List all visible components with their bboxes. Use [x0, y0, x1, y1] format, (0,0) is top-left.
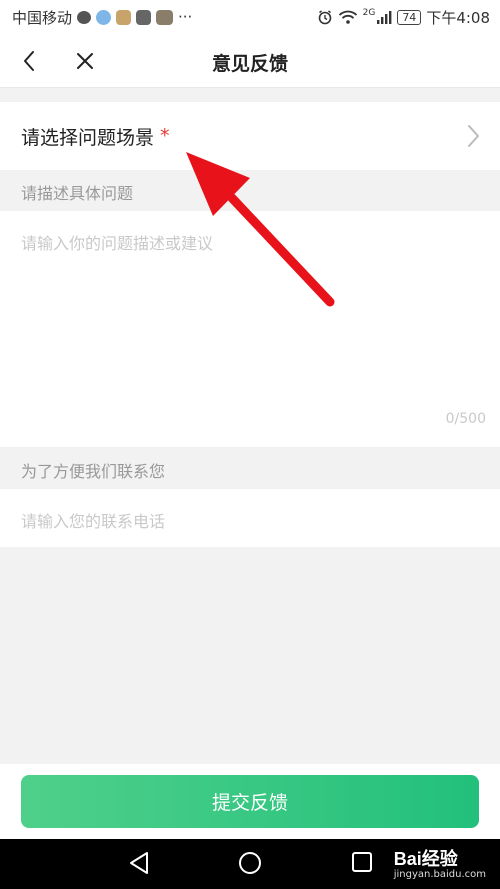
submit-button[interactable]: 提交反馈 — [21, 775, 479, 828]
watermark-domain: jingyan.baidu.com — [393, 869, 486, 880]
bottom-panel: 提交反馈 — [0, 764, 500, 839]
watermark: Bai经验 jingyan.baidu.com — [394, 845, 486, 880]
required-mark: * — [160, 125, 170, 147]
chevron-right-icon — [468, 125, 479, 147]
description-placeholder: 请输入你的问题描述或建议 — [21, 234, 214, 253]
recent-apps-icon[interactable] — [351, 851, 373, 873]
app-notification-icon — [136, 9, 152, 25]
header-bar: 意见反馈 — [0, 34, 500, 88]
network-type: 2G — [362, 8, 376, 18]
app-notification-icon — [156, 9, 174, 25]
page-title: 意见反馈 — [211, 53, 288, 75]
watermark-brand: Bai经验 — [393, 849, 458, 869]
character-counter: 0/500 — [445, 411, 486, 427]
app-notification-icon — [116, 9, 132, 25]
message-icon — [77, 10, 92, 24]
phone-input[interactable]: 请输入您的联系电话 — [0, 489, 500, 547]
scene-selector[interactable]: 请选择问题场景 * — [0, 102, 500, 170]
back-triangle-icon[interactable] — [128, 851, 150, 875]
battery-indicator: 74 — [397, 9, 422, 25]
status-left: 中国移动 ··· — [12, 7, 192, 28]
home-circle-icon[interactable] — [238, 851, 262, 875]
scene-label: 请选择问题场景 — [21, 126, 155, 149]
phone-placeholder: 请输入您的联系电话 — [21, 512, 166, 531]
status-bar: 中国移动 ··· 2G 74 下午4:08 — [0, 0, 500, 34]
system-nav-bar: Bai经验 jingyan.baidu.com — [0, 839, 500, 889]
clock: 下午4:08 — [426, 8, 490, 27]
app-notification-icon — [96, 9, 112, 25]
contact-section-label: 为了方便我们联系您 — [21, 462, 166, 481]
status-right: 2G 74 下午4:08 — [317, 7, 490, 28]
description-section-label: 请描述具体问题 — [21, 184, 134, 203]
more-notifications: ··· — [178, 8, 193, 26]
wifi-icon — [338, 10, 357, 24]
alarm-icon — [318, 10, 331, 25]
description-textarea[interactable]: 请输入你的问题描述或建议 0/500 — [0, 211, 500, 447]
signal-icon — [377, 11, 392, 24]
carrier-label: 中国移动 — [12, 8, 73, 27]
